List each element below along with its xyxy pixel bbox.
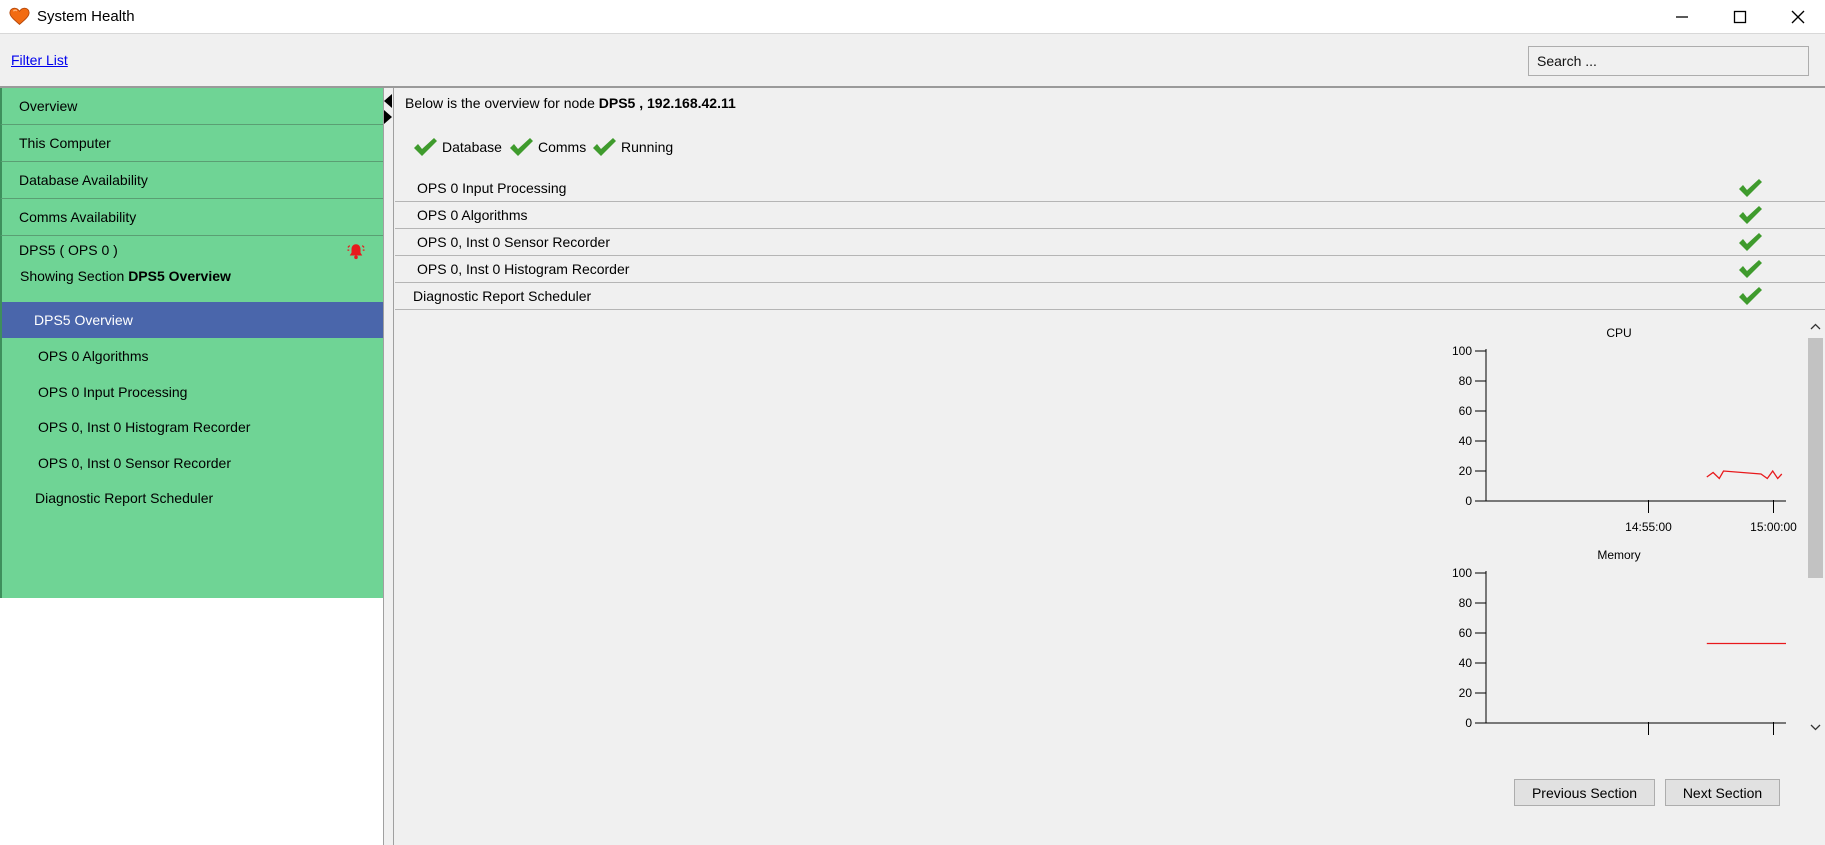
splitter[interactable] — [384, 88, 394, 845]
sidebar-section-label: DPS5 Overview — [34, 312, 133, 328]
row-label: OPS 0, Inst 0 Histogram Recorder — [417, 261, 630, 277]
status-label: Comms — [538, 139, 587, 155]
bell-icon[interactable] — [347, 242, 365, 260]
sidebar-section-label: OPS 0, Inst 0 Histogram Recorder — [38, 419, 251, 435]
sidebar-item-label: Database Availability — [19, 172, 148, 188]
node-section-group: DPS5 ( OPS 0 ) Showing Section DPS5 Over… — [0, 236, 383, 598]
status-label: Database — [442, 139, 502, 155]
status-label: Running — [621, 139, 674, 155]
y-tick-label: 60 — [1459, 626, 1473, 640]
chart-title: Memory — [1597, 548, 1640, 562]
row-label: Diagnostic Report Scheduler — [413, 288, 592, 304]
table-row: OPS 0, Inst 0 Sensor Recorder — [395, 229, 1825, 256]
check-icon — [1739, 206, 1762, 224]
y-tick-label: 80 — [1459, 596, 1473, 610]
sidebar-item-database-availability[interactable]: Database Availability — [0, 162, 383, 199]
sidebar-section-label: Diagnostic Report Scheduler — [35, 490, 214, 506]
minimize-button[interactable] — [1653, 0, 1711, 34]
sidebar-section-diagnostic-report-scheduler[interactable]: Diagnostic Report Scheduler — [2, 480, 383, 516]
check-icon — [1739, 233, 1762, 251]
search-input[interactable] — [1528, 46, 1809, 76]
close-icon — [1791, 10, 1805, 24]
check-icon — [1739, 179, 1762, 197]
collapse-arrow-icon[interactable] — [383, 93, 393, 125]
series-line — [1706, 469, 1783, 480]
check-icon — [412, 136, 438, 158]
sidebar-section-ops0-algorithms[interactable]: OPS 0 Algorithms — [2, 338, 383, 374]
sidebar-section-dps5-overview[interactable]: DPS5 Overview — [2, 302, 383, 338]
close-button[interactable] — [1769, 0, 1825, 34]
next-section-button[interactable]: Next Section — [1665, 779, 1780, 806]
status-database: Database — [412, 136, 502, 158]
vertical-scrollbar[interactable] — [1806, 316, 1825, 740]
sidebar-section-label: OPS 0 Algorithms — [38, 348, 149, 364]
sidebar-item-label: This Computer — [19, 135, 111, 151]
check-icon — [1739, 287, 1762, 305]
sidebar-item-overview[interactable]: Overview — [0, 88, 383, 125]
x-tick-label: 14:55:00 — [1625, 520, 1672, 534]
chart-cpu: CPU 0 20 40 60 80 100 14:55:00 15:00:00 — [1452, 326, 1797, 534]
scroll-thumb[interactable] — [1808, 338, 1823, 578]
filter-list-link[interactable]: Filter List — [11, 52, 68, 68]
previous-section-button[interactable]: Previous Section — [1514, 779, 1655, 806]
maximize-icon — [1733, 10, 1747, 24]
sidebar-section-ops0-input-processing[interactable]: OPS 0 Input Processing — [2, 374, 383, 410]
y-tick-label: 20 — [1459, 464, 1473, 478]
y-tick-label: 40 — [1459, 434, 1473, 448]
row-label: OPS 0 Algorithms — [417, 207, 528, 223]
showing-section-name: DPS5 Overview — [128, 268, 231, 284]
node-name: DPS5 , 192.168.42.11 — [598, 95, 736, 111]
check-icon — [1739, 260, 1762, 278]
y-tick-label: 100 — [1452, 344, 1472, 358]
y-tick-label: 0 — [1465, 716, 1472, 730]
status-running: Running — [591, 136, 673, 158]
check-icon — [591, 136, 617, 158]
node-title[interactable]: DPS5 ( OPS 0 ) — [19, 240, 118, 260]
sidebar-section-label: OPS 0, Inst 0 Sensor Recorder — [38, 455, 231, 471]
window-title: System Health — [37, 8, 135, 25]
y-tick-label: 20 — [1459, 686, 1473, 700]
overview-header: Below is the overview for node DPS5 , 19… — [405, 95, 736, 111]
sidebar-item-comms-availability[interactable]: Comms Availability — [0, 199, 383, 236]
sidebar-item-label: Overview — [19, 98, 78, 114]
y-tick-label: 60 — [1459, 404, 1473, 418]
row-label: OPS 0, Inst 0 Sensor Recorder — [417, 234, 610, 250]
sidebar-section-histogram-recorder[interactable]: OPS 0, Inst 0 Histogram Recorder — [2, 409, 383, 445]
table-row: OPS 0 Input Processing — [395, 175, 1825, 202]
table-row: Diagnostic Report Scheduler — [395, 283, 1825, 310]
maximize-button[interactable] — [1711, 0, 1769, 34]
table-row: OPS 0 Algorithms — [395, 202, 1825, 229]
title-bar: System Health — [0, 0, 1825, 34]
table-row: OPS 0, Inst 0 Histogram Recorder — [395, 256, 1825, 283]
y-tick-label: 100 — [1452, 566, 1472, 580]
heart-icon — [9, 7, 30, 25]
sidebar-item-this-computer[interactable]: This Computer — [0, 125, 383, 162]
sidebar-section-label: OPS 0 Input Processing — [38, 384, 188, 400]
scroll-up-icon[interactable] — [1808, 318, 1823, 336]
chart-memory: Memory 0 20 40 60 80 100 — [1452, 548, 1786, 735]
check-icon — [508, 136, 534, 158]
sidebar-section-sensor-recorder[interactable]: OPS 0, Inst 0 Sensor Recorder — [2, 445, 383, 481]
row-label: OPS 0 Input Processing — [417, 180, 567, 196]
minimize-icon — [1676, 16, 1688, 18]
y-tick-label: 40 — [1459, 656, 1473, 670]
chart-title: CPU — [1606, 326, 1631, 340]
charts-panel: CPU 0 20 40 60 80 100 14:55:00 15:00:00 Memory 0 20… — [1452, 326, 1797, 735]
y-tick-label: 80 — [1459, 374, 1473, 388]
status-comms: Comms — [508, 136, 586, 158]
showing-section-label: Showing Section DPS5 Overview — [20, 268, 231, 284]
y-tick-label: 0 — [1465, 494, 1472, 508]
sidebar: Overview This Computer Database Availabi… — [0, 88, 384, 845]
scroll-down-icon[interactable] — [1808, 718, 1823, 736]
sidebar-item-label: Comms Availability — [19, 209, 137, 225]
x-tick-label: 15:00:00 — [1750, 520, 1797, 534]
